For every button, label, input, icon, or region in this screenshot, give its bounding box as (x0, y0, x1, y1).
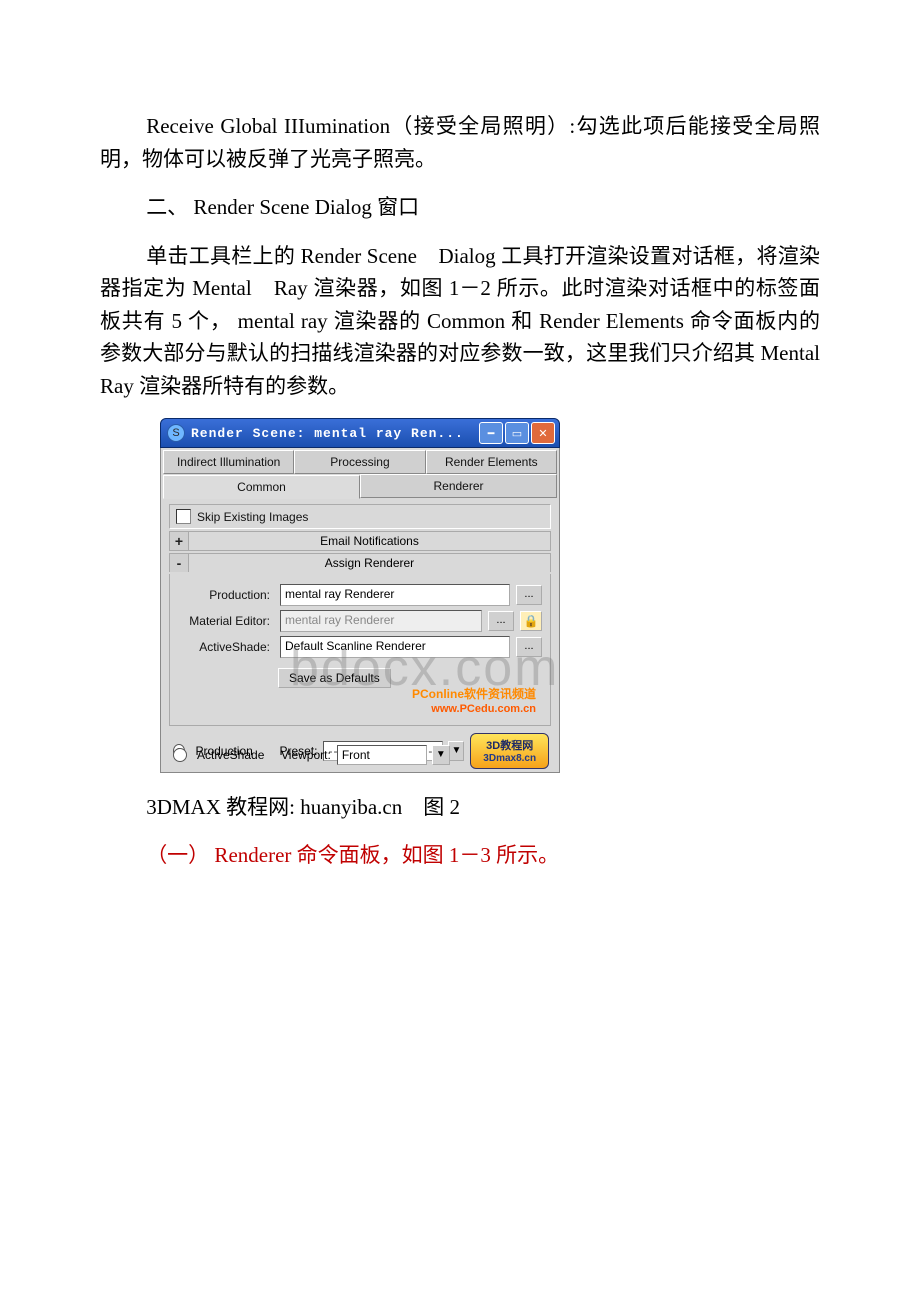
render-scene-dialog: bdocx.com S Render Scene: mental ray Ren… (160, 418, 560, 772)
rollup-email-title: Email Notifications (189, 532, 550, 550)
viewport-combo[interactable]: Front (337, 745, 427, 765)
material-editor-field: mental ray Renderer (280, 610, 482, 632)
tabs-row-2: Common Renderer (163, 474, 557, 498)
paragraph-renderer-panel: （一） Renderer 命令面板，如图 1－3 所示。 (100, 839, 820, 872)
paragraph-receive-gi: Receive Global IIIumination（接受全局照明）:勾选此项… (100, 110, 820, 175)
activeshade-field: Default Scanline Renderer (280, 636, 510, 658)
skip-existing-label: Skip Existing Images (197, 510, 308, 524)
tab-indirect-illumination[interactable]: Indirect Illumination (163, 450, 294, 474)
maximize-button[interactable]: ▭ (505, 422, 529, 444)
activeshade-browse-button[interactable]: ... (516, 637, 542, 657)
pconline-watermark: PConline软件资讯频道 www.PCedu.com.cn (178, 688, 536, 714)
expand-icon[interactable]: + (170, 532, 189, 550)
production-field: mental ray Renderer (280, 584, 510, 606)
minimize-button[interactable]: ━ (479, 422, 503, 444)
tab-render-elements[interactable]: Render Elements (426, 450, 557, 474)
material-editor-browse-button[interactable]: ... (488, 611, 514, 631)
save-as-defaults-button[interactable]: Save as Defaults (278, 668, 391, 688)
chevron-down-icon[interactable]: ▼ (432, 745, 450, 765)
window-titlebar[interactable]: S Render Scene: mental ray Ren... ━ ▭ ✕ (160, 418, 560, 448)
tab-renderer[interactable]: Renderer (360, 474, 557, 498)
activeshade-radio-label: ActiveShade (197, 748, 275, 762)
production-label: Production: (178, 588, 274, 602)
rollup-assign-title: Assign Renderer (189, 554, 550, 572)
skip-existing-checkbox[interactable] (176, 509, 191, 524)
rollup-assign-renderer[interactable]: - Assign Renderer (169, 553, 551, 572)
tabs-row-1: Indirect Illumination Processing Render … (163, 450, 557, 474)
window-title: Render Scene: mental ray Ren... (191, 426, 473, 441)
rollup-email-notifications[interactable]: + Email Notifications (169, 531, 551, 551)
skip-existing-group: Skip Existing Images (169, 504, 551, 529)
lock-icon[interactable]: 🔒 (520, 611, 542, 631)
material-editor-label: Material Editor: (178, 614, 274, 628)
tab-common[interactable]: Common (163, 475, 360, 499)
collapse-icon[interactable]: - (170, 554, 189, 572)
production-browse-button[interactable]: ... (516, 585, 542, 605)
figure-caption: 3DMAX 教程网: huanyiba.cn 图 2 (100, 791, 820, 824)
viewport-label: Viewport: (281, 748, 331, 762)
paragraph-render-scene-dialog: 单击工具栏上的 Render Scene Dialog 工具打开渲染设置对话框，… (100, 240, 820, 403)
tab-processing[interactable]: Processing (294, 450, 425, 474)
activeshade-label: ActiveShade: (178, 640, 274, 654)
assign-renderer-body: Production: mental ray Renderer ... Mate… (169, 574, 551, 725)
app-icon: S (167, 424, 185, 442)
heading-section-2: 二、 Render Scene Dialog 窗口 (100, 191, 820, 224)
close-button[interactable]: ✕ (531, 422, 555, 444)
activeshade-radio[interactable] (173, 748, 187, 762)
